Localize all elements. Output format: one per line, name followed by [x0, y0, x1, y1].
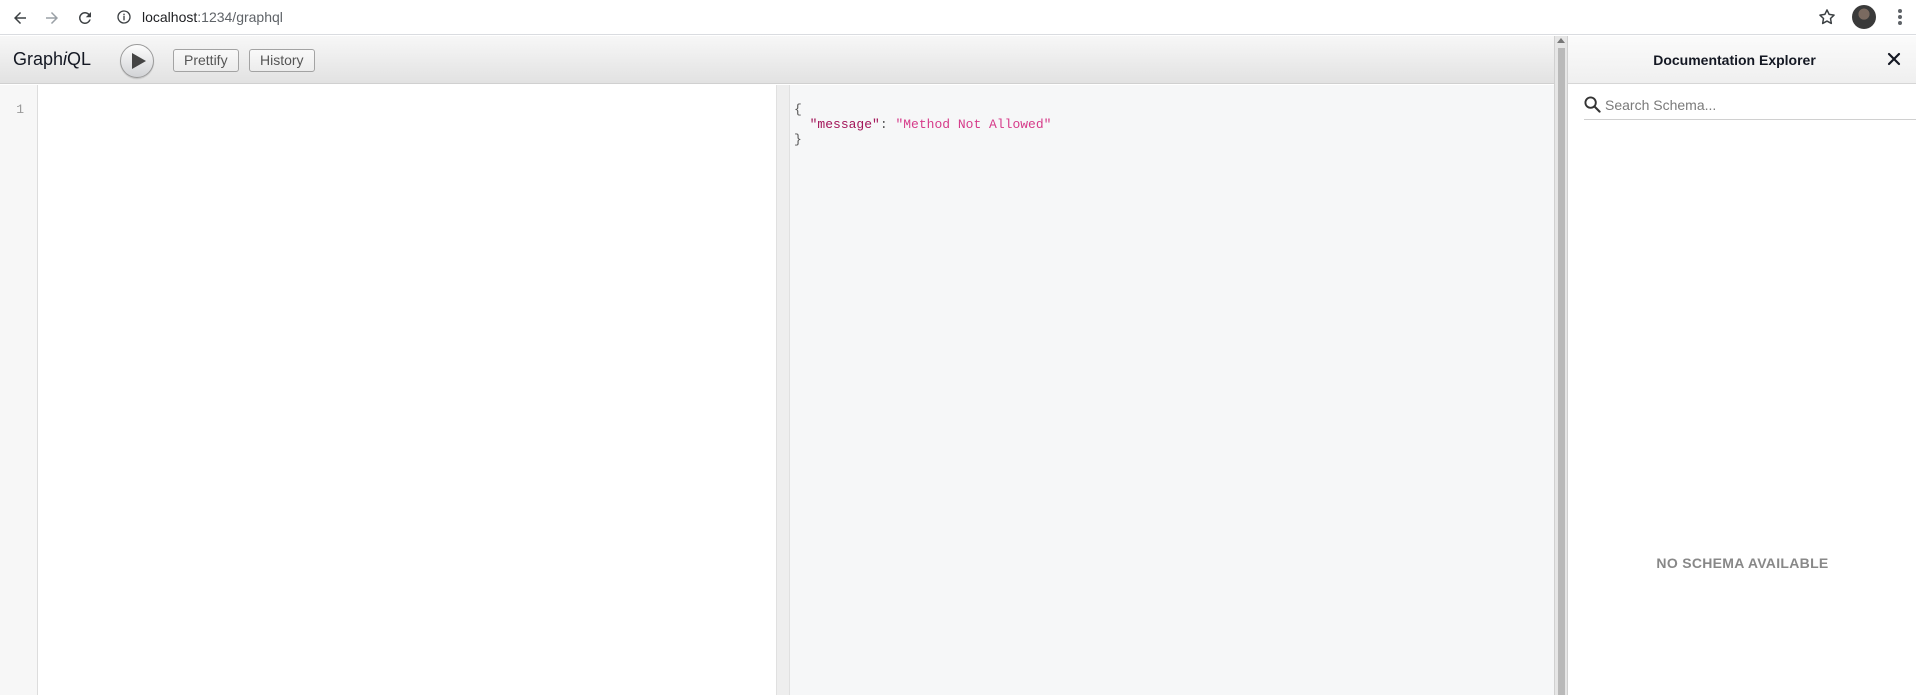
editor-gutter: 1: [0, 85, 38, 695]
back-arrow-icon: [14, 12, 26, 24]
result-viewer: { "message": "Method Not Allowed" }: [790, 85, 1554, 695]
result-key: "message": [809, 117, 880, 132]
result-close-brace: }: [794, 132, 802, 147]
pane-resize-handle[interactable]: [776, 85, 790, 695]
execute-query-button[interactable]: [120, 44, 154, 78]
query-editor[interactable]: [38, 85, 776, 695]
address-bar[interactable]: localhost:1234/graphql: [108, 3, 1838, 31]
graphiql-toolbar: GraphiQL Prettify History: [0, 36, 1567, 84]
site-info-icon[interactable]: [116, 9, 132, 25]
back-button[interactable]: [6, 4, 34, 32]
result-scrollbar[interactable]: [1554, 36, 1567, 695]
scroll-thumb[interactable]: [1558, 48, 1565, 695]
search-icon: [1584, 96, 1601, 113]
close-icon[interactable]: [1886, 51, 1902, 67]
profile-avatar[interactable]: [1852, 5, 1876, 29]
prettify-button[interactable]: Prettify: [173, 49, 239, 72]
schema-search: [1584, 90, 1916, 120]
url-host: localhost: [142, 9, 198, 25]
url-path: :1234/graphql: [197, 9, 283, 25]
forward-button[interactable]: [38, 4, 66, 32]
scroll-up-arrow-icon[interactable]: [1557, 38, 1565, 43]
reload-button[interactable]: [71, 4, 99, 32]
bookmark-star-icon[interactable]: [1817, 7, 1837, 27]
browser-toolbar: localhost:1234/graphql: [0, 0, 1916, 35]
no-schema-message: NO SCHEMA AVAILABLE: [1656, 555, 1829, 571]
browser-menu-icon[interactable]: [1890, 6, 1910, 28]
play-icon: [131, 53, 146, 69]
forward-arrow-icon: [46, 12, 58, 24]
search-schema-input[interactable]: [1605, 96, 1905, 113]
documentation-explorer: Documentation Explorer NO SCHEMA AVAILAB…: [1567, 36, 1916, 695]
result-open-brace: {: [794, 102, 802, 117]
result-value: "Method Not Allowed": [895, 117, 1052, 132]
result-line-message: "message": "Method Not Allowed": [809, 117, 1052, 132]
app-title: GraphiQL: [13, 49, 92, 69]
doc-explorer-title: Documentation Explorer: [1653, 52, 1816, 68]
doc-explorer-header: Documentation Explorer: [1568, 36, 1916, 84]
history-button[interactable]: History: [249, 49, 315, 72]
line-number: 1: [16, 102, 24, 117]
reload-icon: [78, 11, 91, 24]
